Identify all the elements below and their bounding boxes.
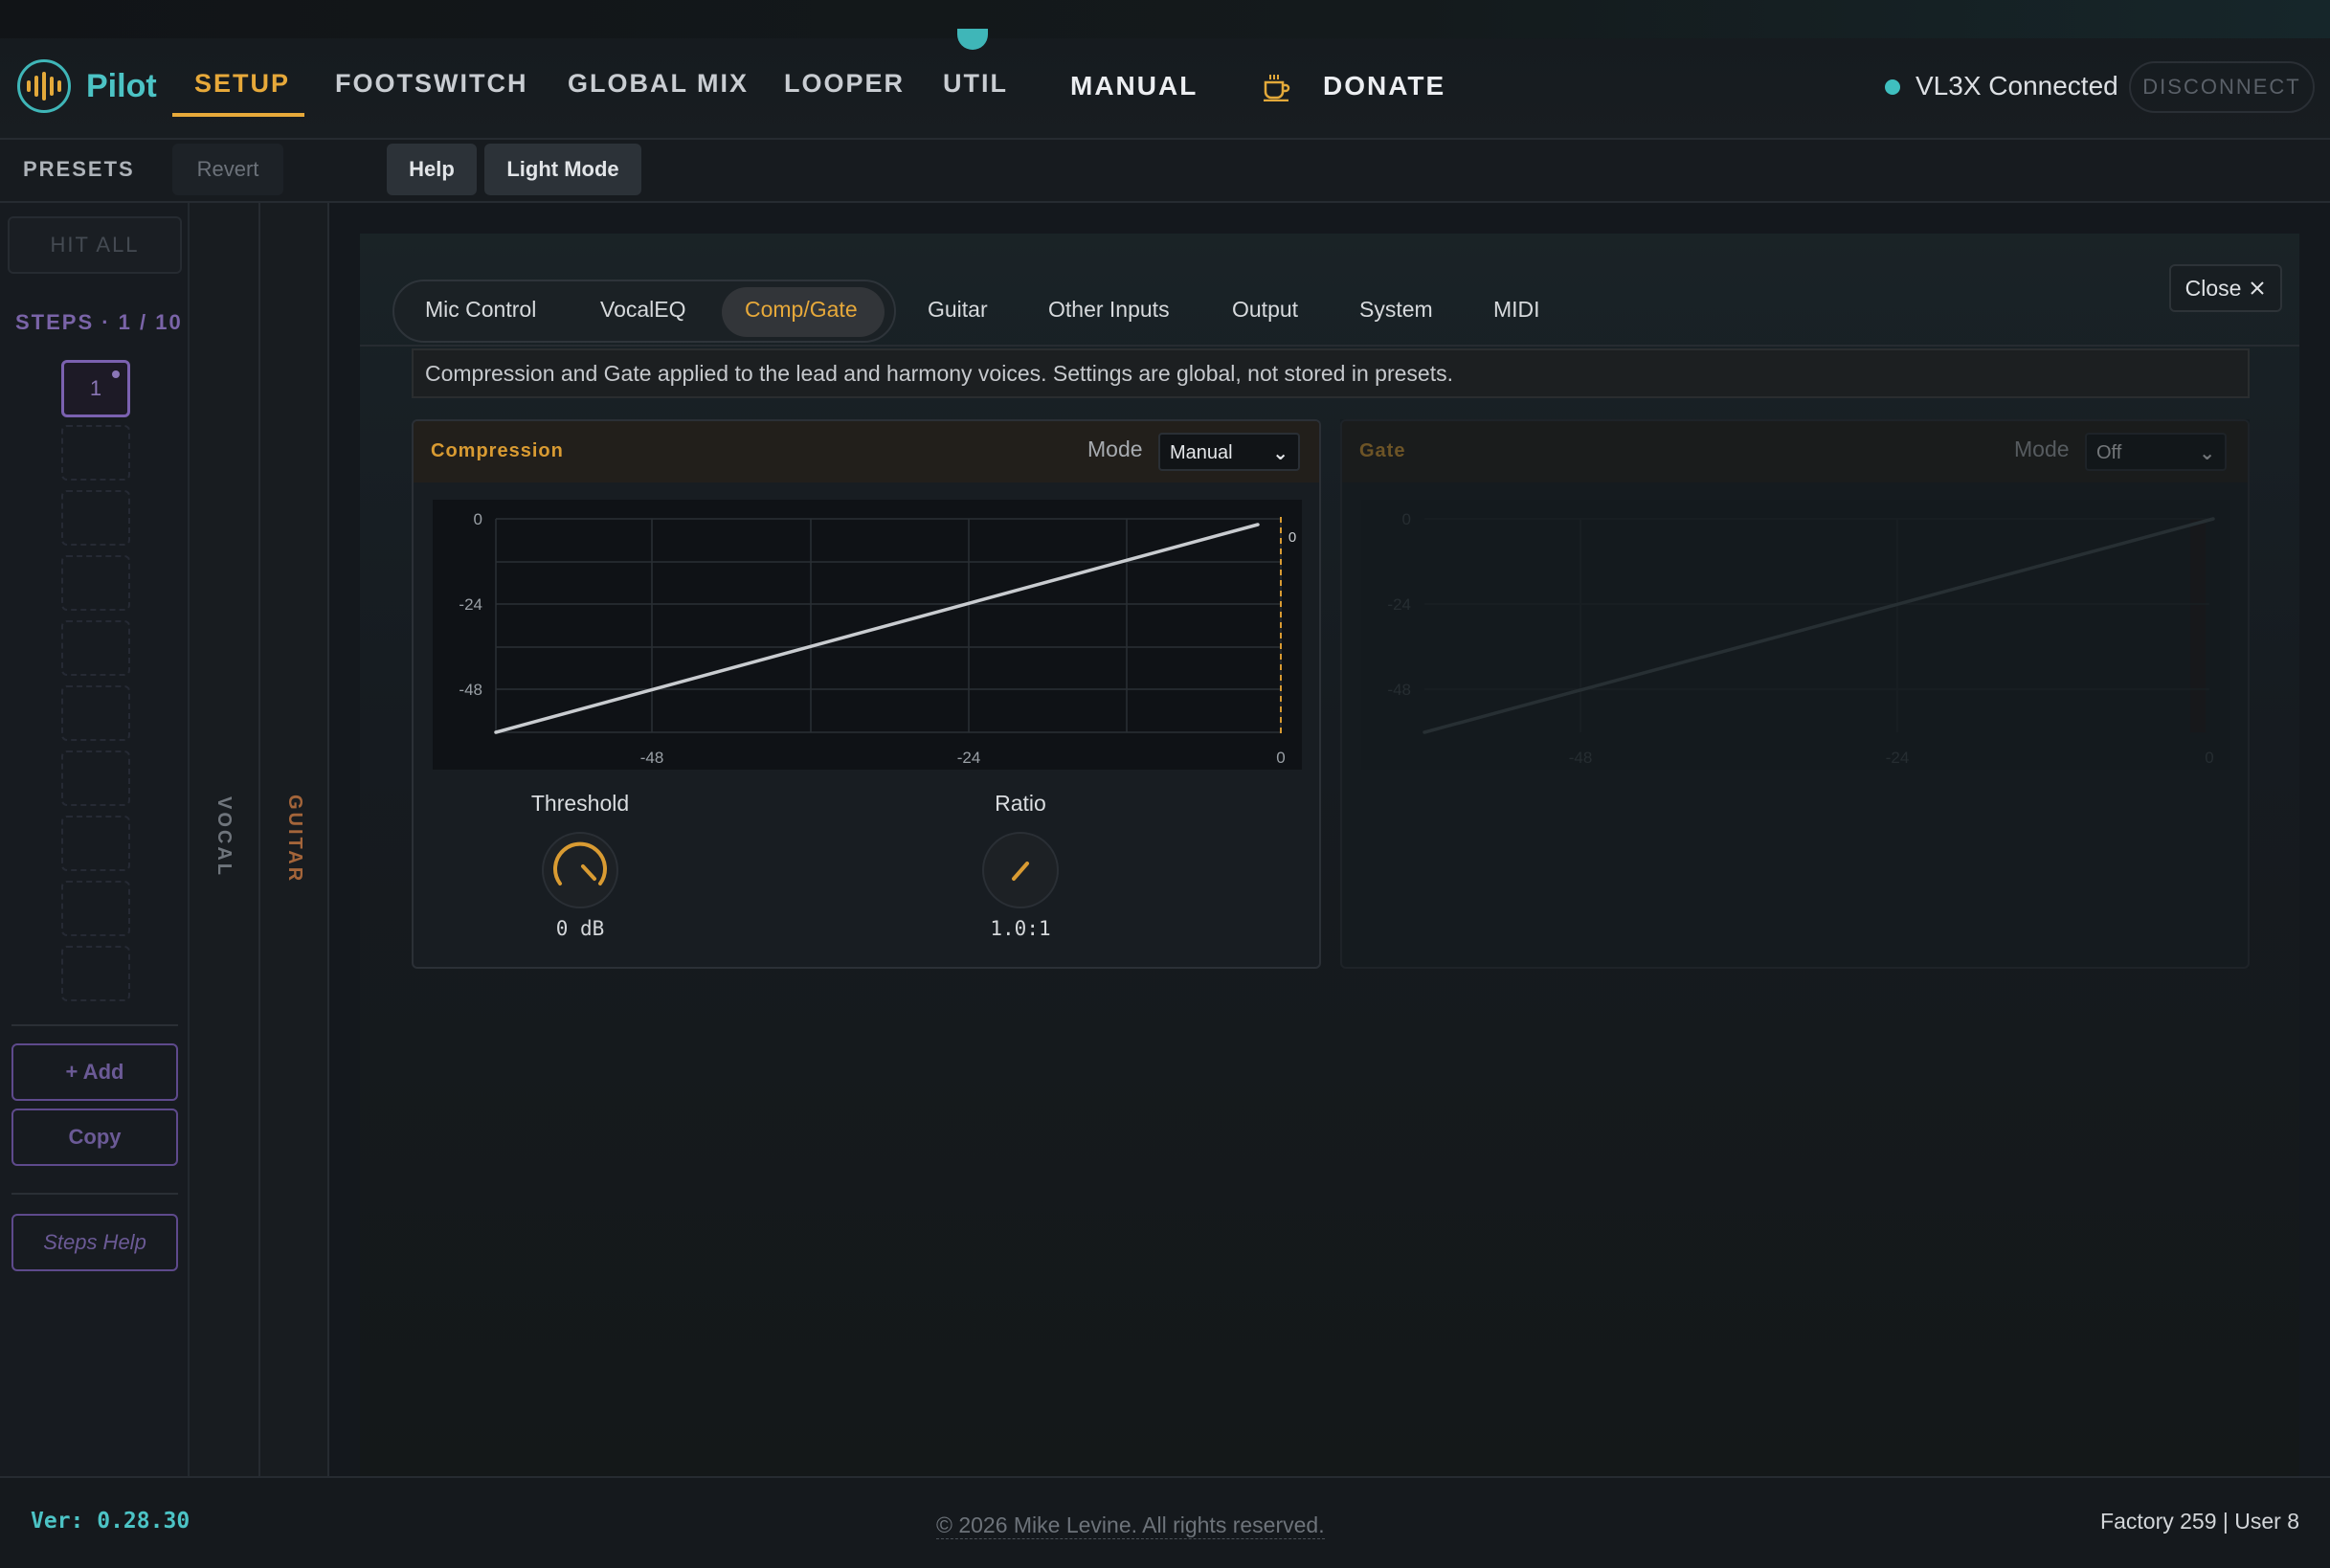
gate-card: Gate Mode Off ⌄ 0 -24 -48 -48 -24 0: [1340, 419, 2250, 969]
compression-mode-select[interactable]: Manual ⌄: [1158, 433, 1300, 471]
y-tick-label: -24: [459, 595, 482, 614]
light-mode-button[interactable]: Light Mode: [484, 144, 641, 195]
tab-other-inputs[interactable]: Other Inputs: [1048, 297, 1170, 323]
nav-looper[interactable]: LOOPER: [784, 69, 905, 99]
step-slot-empty[interactable]: [61, 946, 130, 1001]
steps-help-button[interactable]: Steps Help: [11, 1214, 178, 1271]
nav-util[interactable]: UTIL: [943, 69, 1008, 99]
donate-link[interactable]: DONATE: [1323, 71, 1445, 101]
threshold-knob[interactable]: [541, 831, 619, 909]
x-tick-label: 0: [1276, 749, 1285, 767]
divider: [11, 1193, 178, 1195]
x-tick-label: -24: [1886, 749, 1910, 767]
connection-status-icon: [1885, 79, 1900, 95]
y-tick-label: 0: [1402, 510, 1411, 528]
step-slot-empty[interactable]: [61, 425, 130, 481]
app-logo[interactable]: Pilot: [17, 59, 157, 113]
tab-midi[interactable]: MIDI: [1493, 297, 1540, 323]
threshold-value: 0 dB: [555, 917, 605, 940]
nav-footswitch[interactable]: FOOTSWITCH: [335, 69, 527, 99]
step-slot-empty[interactable]: [61, 750, 130, 806]
panel-description: Compression and Gate applied to the lead…: [412, 348, 2250, 398]
app-name: Pilot: [86, 67, 157, 104]
divider: [11, 1024, 178, 1026]
nav-active-indicator: [172, 113, 304, 117]
x-tick-label: -48: [1569, 749, 1593, 767]
tabs-divider: [360, 345, 2299, 347]
close-icon: [2251, 281, 2265, 295]
x-tick-label: 0: [2205, 749, 2213, 767]
tab-guitar[interactable]: Guitar: [928, 297, 988, 323]
compression-mode-label: Mode: [1087, 437, 1143, 461]
nav-global-mix[interactable]: GLOBAL MIX: [568, 69, 749, 99]
sub-toolbar: [0, 140, 2330, 203]
gate-mode-label: Mode: [2014, 437, 2070, 461]
x-tick-label: -48: [640, 749, 664, 767]
add-step-button[interactable]: + Add: [11, 1043, 178, 1101]
step-slot-1[interactable]: 1: [61, 360, 130, 417]
connection-status: VL3X Connected: [1916, 71, 2118, 101]
gate-mode-select[interactable]: Off ⌄: [2085, 433, 2227, 471]
tab-system[interactable]: System: [1359, 297, 1433, 323]
y-tick-label: -48: [1387, 681, 1411, 699]
step-slot-empty[interactable]: [61, 620, 130, 676]
pilot-logo-icon: [17, 59, 71, 113]
steps-counter: STEPS · 1 / 10: [15, 310, 183, 334]
step-slot-empty[interactable]: [61, 555, 130, 611]
compression-title: Compression: [431, 440, 564, 461]
ratio-knob[interactable]: [981, 831, 1060, 909]
coffee-icon: [1264, 75, 1290, 101]
guitar-strip-label: GUITAR: [284, 795, 305, 885]
tab-mic-control[interactable]: Mic Control: [425, 297, 536, 323]
step-slot-empty[interactable]: [61, 490, 130, 546]
step-slot-empty[interactable]: [61, 816, 130, 871]
nav-manual[interactable]: MANUAL: [1070, 71, 1198, 101]
chevron-down-icon: ⌄: [1272, 443, 1288, 464]
chevron-down-icon: ⌄: [2199, 443, 2215, 464]
compression-transfer-graph: 0 -24 -48 -48 -24 0 0: [433, 500, 1302, 770]
tab-output[interactable]: Output: [1232, 297, 1298, 323]
tab-comp-gate[interactable]: Comp/Gate: [745, 297, 858, 323]
nav-setup[interactable]: SETUP: [194, 69, 290, 99]
preset-counts: Factory 259 | User 8: [2100, 1509, 2299, 1534]
ratio-label: Ratio: [995, 791, 1046, 816]
y-tick-label: 0: [474, 510, 482, 528]
help-button[interactable]: Help: [387, 144, 477, 195]
gate-transfer-graph: 0 -24 -48 -48 -24 0: [1361, 500, 2230, 770]
threshold-marker-label: 0: [1288, 529, 1296, 546]
revert-button[interactable]: Revert: [172, 144, 283, 195]
close-button[interactable]: Close: [2169, 264, 2282, 312]
gate-mode-value: Off: [2096, 442, 2122, 463]
step-slot-empty[interactable]: [61, 881, 130, 936]
y-tick-label: -48: [459, 681, 482, 699]
compression-card: Compression Mode Manual ⌄ 0 -24 -48 -48 …: [412, 419, 1321, 969]
ratio-value: 1.0:1: [990, 917, 1051, 940]
gate-title: Gate: [1359, 440, 1406, 461]
y-tick-label: -24: [1387, 595, 1411, 614]
copy-step-button[interactable]: Copy: [11, 1109, 178, 1166]
vocal-strip-label: VOCAL: [213, 796, 235, 878]
tab-vocaleq[interactable]: VocalEQ: [600, 297, 686, 323]
compression-mode-value: Manual: [1170, 442, 1233, 463]
step-slot-empty[interactable]: [61, 685, 130, 741]
hit-all-button[interactable]: HIT ALL: [8, 216, 182, 274]
close-label: Close: [2184, 275, 2242, 301]
presets-label: PRESETS: [23, 157, 135, 181]
version-label: Ver: 0.28.30: [31, 1509, 190, 1534]
threshold-label: Threshold: [530, 791, 630, 816]
copyright-link[interactable]: © 2026 Mike Levine. All rights reserved.: [936, 1512, 1325, 1539]
x-tick-label: -24: [957, 749, 981, 767]
disconnect-button[interactable]: DISCONNECT: [2129, 61, 2315, 113]
